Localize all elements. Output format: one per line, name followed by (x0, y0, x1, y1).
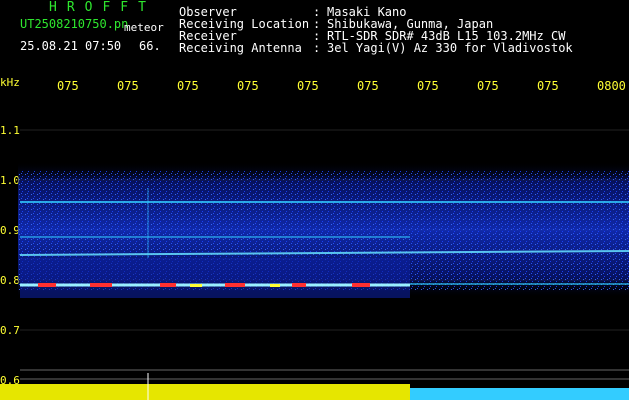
time-tick: 075 (417, 79, 439, 93)
bottom-activity (0, 373, 629, 400)
hrofft-brand: HROFFT (49, 0, 156, 15)
spectrogram (0, 129, 629, 400)
time-tick: 075 (357, 79, 379, 93)
time-tick: 075 (177, 79, 199, 93)
label-antenna: Receiving Antenna (179, 41, 302, 55)
time-tick: 0800 (597, 79, 626, 93)
time-tick: 075 (537, 79, 559, 93)
noise-band (18, 162, 629, 298)
time-tick: 075 (297, 79, 319, 93)
date-time: 25.08.21 07:50 (20, 39, 122, 53)
time-tick: 075 (57, 79, 79, 93)
colon-antenna: : (313, 41, 321, 55)
unit-label: kHz (0, 76, 20, 89)
freq-hint: 66. (139, 39, 161, 53)
time-tick: 075 (117, 79, 139, 93)
file-name: UT2508210750.pn (20, 17, 129, 31)
value-antenna: 3el Yagi(V) Az 330 for Vladivostok (327, 41, 573, 55)
time-tick: 075 (477, 79, 499, 93)
time-tick: 075 (237, 79, 259, 93)
file-note: meteor (124, 21, 164, 34)
